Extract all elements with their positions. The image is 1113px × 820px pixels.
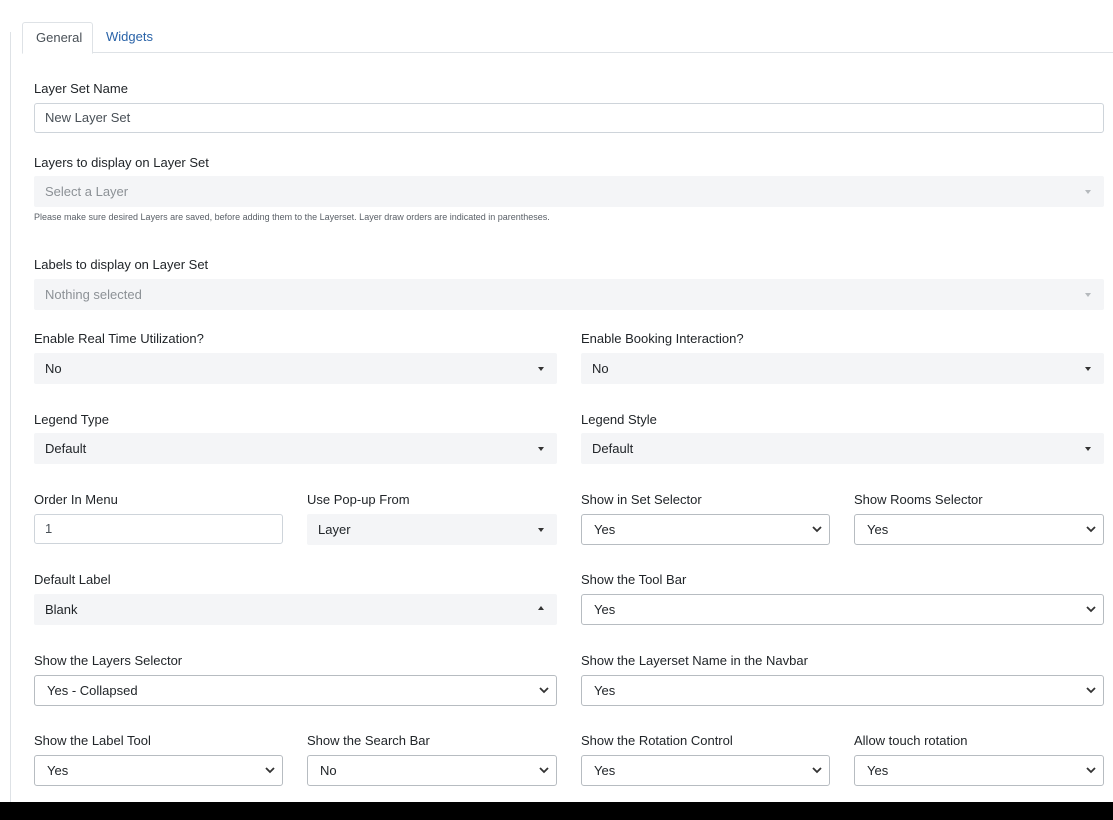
tab-general[interactable]: General bbox=[22, 22, 93, 54]
search-bar-label: Show the Search Bar bbox=[307, 733, 430, 748]
set-selector-value: Yes bbox=[594, 522, 616, 537]
chevron-down-icon bbox=[1086, 687, 1096, 694]
layers-placeholder: Select a Layer bbox=[45, 184, 129, 199]
dropdown-caret-icon bbox=[538, 447, 544, 451]
real-time-value: No bbox=[45, 361, 62, 376]
dropdown-caret-icon bbox=[1085, 190, 1091, 194]
tool-bar-select[interactable]: Yes bbox=[581, 594, 1104, 625]
legend-style-label: Legend Style bbox=[581, 412, 657, 427]
dropdown-caret-icon bbox=[1085, 447, 1091, 451]
labels-placeholder: Nothing selected bbox=[45, 287, 142, 302]
legend-type-select[interactable]: Default bbox=[34, 433, 557, 464]
labels-label: Labels to display on Layer Set bbox=[34, 257, 209, 272]
order-in-menu-input[interactable]: 1 bbox=[34, 514, 283, 544]
booking-value: No bbox=[592, 361, 609, 376]
label-tool-select[interactable]: Yes bbox=[34, 755, 283, 786]
layerset-name-navbar-select[interactable]: Yes bbox=[581, 675, 1104, 706]
layers-selector-select[interactable]: Yes - Collapsed bbox=[34, 675, 557, 706]
tool-bar-value: Yes bbox=[594, 602, 616, 617]
layerset-name-navbar-label: Show the Layerset Name in the Navbar bbox=[581, 653, 808, 668]
booking-select[interactable]: No bbox=[581, 353, 1104, 384]
chevron-down-icon bbox=[1086, 767, 1096, 774]
chevron-down-icon bbox=[1086, 606, 1096, 613]
search-bar-select[interactable]: No bbox=[307, 755, 557, 786]
chevron-down-icon bbox=[265, 767, 275, 774]
rotation-control-select[interactable]: Yes bbox=[581, 755, 830, 786]
layers-selector-label: Show the Layers Selector bbox=[34, 653, 183, 668]
chevron-down-icon bbox=[539, 687, 549, 694]
chevron-down-icon bbox=[812, 767, 822, 774]
layers-label: Layers to display on Layer Set bbox=[34, 155, 209, 170]
rooms-selector-select[interactable]: Yes bbox=[854, 514, 1104, 545]
popup-from-select[interactable]: Layer bbox=[307, 514, 557, 545]
layers-select[interactable]: Select a Layer bbox=[34, 176, 1104, 207]
layers-help-text: Please make sure desired Layers are save… bbox=[34, 212, 550, 222]
touch-rotation-label: Allow touch rotation bbox=[854, 733, 968, 748]
chevron-down-icon bbox=[812, 526, 822, 533]
set-selector-label: Show in Set Selector bbox=[581, 492, 702, 507]
default-label-select[interactable]: Blank bbox=[34, 594, 557, 625]
default-label-value: Blank bbox=[45, 602, 78, 617]
label-tool-value: Yes bbox=[47, 763, 69, 778]
touch-rotation-select[interactable]: Yes bbox=[854, 755, 1104, 786]
dropdown-caret-icon bbox=[538, 528, 544, 532]
popup-from-value: Layer bbox=[318, 522, 351, 537]
order-in-menu-label: Order In Menu bbox=[34, 492, 118, 507]
search-bar-value: No bbox=[320, 763, 337, 778]
booking-label: Enable Booking Interaction? bbox=[581, 331, 744, 346]
legend-type-value: Default bbox=[45, 441, 87, 456]
chevron-down-icon bbox=[1086, 526, 1096, 533]
label-tool-label: Show the Label Tool bbox=[34, 733, 151, 748]
real-time-label: Enable Real Time Utilization? bbox=[34, 331, 204, 346]
tab-widgets[interactable]: Widgets bbox=[93, 22, 166, 53]
legend-type-label: Legend Type bbox=[34, 412, 109, 427]
chevron-down-icon bbox=[539, 767, 549, 774]
bottom-black-bar bbox=[0, 802, 1113, 820]
rooms-selector-value: Yes bbox=[867, 522, 889, 537]
rooms-selector-label: Show Rooms Selector bbox=[854, 492, 983, 507]
popup-from-label: Use Pop-up From bbox=[307, 492, 410, 507]
dropdown-caret-up-icon bbox=[538, 606, 544, 610]
left-border bbox=[10, 32, 11, 802]
rotation-control-label: Show the Rotation Control bbox=[581, 733, 733, 748]
tab-bar: General Widgets bbox=[22, 22, 1113, 54]
layerset-name-navbar-value: Yes bbox=[594, 683, 616, 698]
dropdown-caret-icon bbox=[1085, 293, 1091, 297]
set-selector-select[interactable]: Yes bbox=[581, 514, 830, 545]
layers-selector-value: Yes - Collapsed bbox=[47, 683, 138, 698]
tool-bar-label: Show the Tool Bar bbox=[581, 572, 687, 587]
legend-style-select[interactable]: Default bbox=[581, 433, 1104, 464]
real-time-select[interactable]: No bbox=[34, 353, 557, 384]
labels-select[interactable]: Nothing selected bbox=[34, 279, 1104, 310]
legend-style-value: Default bbox=[592, 441, 634, 456]
dropdown-caret-icon bbox=[1085, 367, 1091, 371]
dropdown-caret-icon bbox=[538, 367, 544, 371]
rotation-control-value: Yes bbox=[594, 763, 616, 778]
default-label-label: Default Label bbox=[34, 572, 111, 587]
touch-rotation-value: Yes bbox=[867, 763, 889, 778]
layer-set-name-label: Layer Set Name bbox=[34, 81, 128, 96]
layer-set-name-input[interactable]: New Layer Set bbox=[34, 103, 1104, 133]
